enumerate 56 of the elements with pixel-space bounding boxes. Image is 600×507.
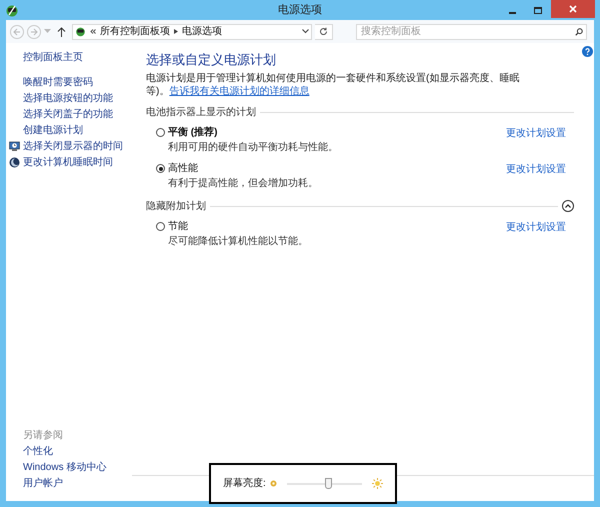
radio-button[interactable]	[156, 128, 165, 137]
forward-arrow-icon	[30, 28, 38, 36]
slider-thumb[interactable]	[325, 478, 332, 488]
breadcrumb-item[interactable]: 电源选项	[182, 24, 222, 39]
group-heading: 电池指示器上显示的计划	[146, 106, 256, 120]
sidebar-link[interactable]: Windows 移动中心	[23, 460, 132, 476]
window-title: 电源选项	[278, 2, 322, 18]
brightness-label: 屏幕亮度:	[223, 476, 266, 491]
section-heading: 另请参阅	[23, 428, 64, 443]
breadcrumb-item[interactable]: 所有控制面板项	[100, 24, 170, 39]
up-arrow-icon[interactable]	[57, 26, 66, 36]
plan-name[interactable]: 高性能	[168, 162, 318, 175]
search-field[interactable]: 搜索控制面板	[356, 24, 587, 40]
battery-plug-icon	[5, 4, 19, 16]
sidebar-link[interactable]: 选择关闭盖子的功能	[23, 106, 113, 122]
description-text: 电源计划是用于管理计算机如何使用电源的一套硬件和系统设置(如显示器亮度、睡眠等)。告诉我有关电源计划的详细信息	[146, 72, 520, 98]
change-plan-link[interactable]: 更改计划设置	[506, 220, 566, 235]
change-plan-link[interactable]: 更改计划设置	[506, 162, 566, 177]
close-button[interactable]	[551, 0, 595, 18]
chevron-right-icon	[174, 29, 178, 34]
plan-name[interactable]: 节能	[168, 220, 308, 233]
clock-monitor-icon	[9, 140, 20, 152]
refresh-button[interactable]	[315, 24, 333, 40]
help-icon[interactable]	[582, 46, 593, 57]
address-bar[interactable]: 所有控制面板项 电源选项	[72, 24, 312, 40]
group-heading: 隐藏附加计划	[146, 200, 206, 214]
sidebar-link[interactable]: 创建电源计划	[23, 122, 83, 138]
search-icon	[575, 28, 583, 36]
sidebar-link[interactable]: 唤醒时需要密码	[23, 74, 93, 90]
change-plan-link[interactable]: 更改计划设置	[506, 126, 566, 141]
sidebar-link[interactable]: 选择关闭显示器的时间	[23, 138, 123, 154]
help-link[interactable]: 告诉我有关电源计划的详细信息	[169, 86, 310, 97]
plan-description: 利用可用的硬件自动平衡功耗与性能。	[168, 141, 338, 154]
brightness-slider[interactable]	[286, 478, 362, 490]
radio-button[interactable]	[156, 222, 165, 231]
sidebar-link[interactable]: 选择电源按钮的功能	[23, 90, 113, 106]
dropdown-caret-icon[interactable]	[302, 29, 309, 34]
sidebar-link[interactable]: 控制面板主页	[23, 51, 132, 65]
refresh-icon	[319, 27, 328, 36]
plan-description: 有利于提高性能，但会增加功耗。	[168, 177, 318, 190]
plan-name[interactable]: 平衡 (推荐)	[168, 126, 338, 139]
plan-description: 尽可能降低计算机性能以节能。	[168, 235, 308, 248]
dim-sun-icon	[270, 480, 277, 487]
sidebar-link[interactable]: 更改计算机睡眠时间	[23, 154, 113, 170]
back-arrow-icon	[13, 28, 21, 36]
moon-icon	[9, 156, 20, 168]
chevron-double-icon	[90, 29, 96, 34]
collapse-button[interactable]	[562, 200, 574, 212]
close-icon	[569, 5, 577, 13]
battery-plug-icon	[75, 26, 86, 37]
chevron-up-icon	[565, 204, 571, 208]
page-heading: 选择或自定义电源计划	[146, 51, 277, 69]
radio-button[interactable]	[156, 164, 165, 173]
bright-sun-icon	[372, 478, 383, 489]
sidebar-link[interactable]: 个性化	[23, 444, 132, 460]
sidebar-link[interactable]: 用户帐户	[23, 476, 132, 492]
